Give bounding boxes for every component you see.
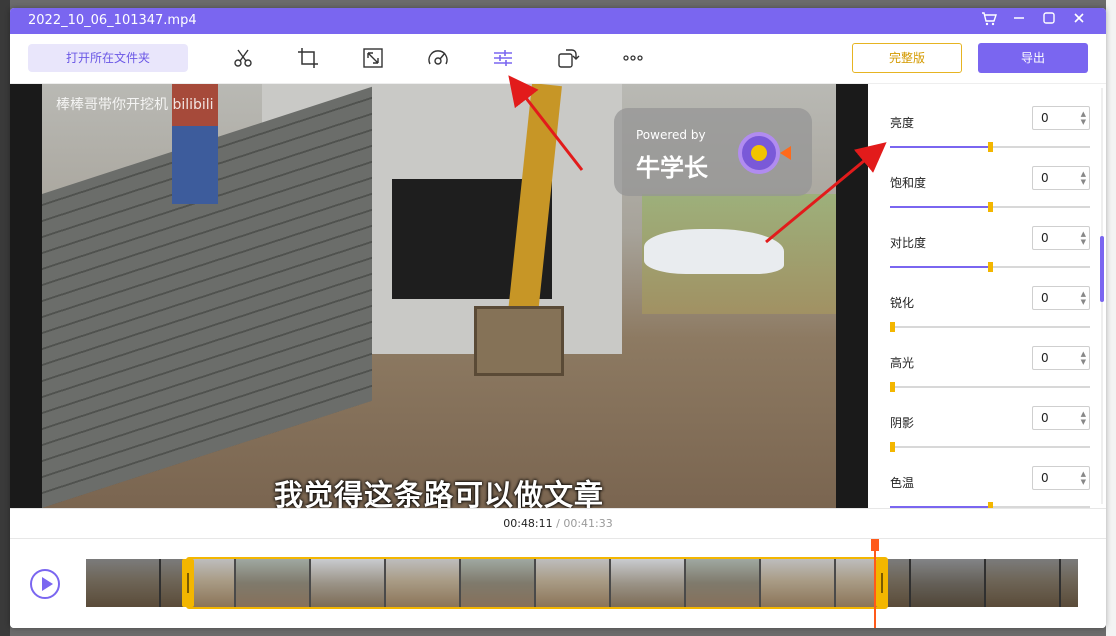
slider-knob[interactable] — [988, 202, 993, 212]
trim-handle-left[interactable] — [182, 559, 194, 607]
slider-knob[interactable] — [890, 382, 895, 392]
powered-by-text: Powered by — [636, 128, 706, 142]
slider-fill — [890, 266, 990, 268]
adjustment-row: 高光 0 ▲ ▼ — [890, 346, 1090, 406]
adjustment-slider[interactable] — [890, 202, 1090, 212]
white-tarp — [644, 229, 784, 274]
adjustment-value-input[interactable]: 0 ▲ ▼ — [1032, 286, 1090, 310]
editor-window: 2022_10_06_101347.mp4 打开所在文件夹 完整版 导出 棒棒哥… — [10, 8, 1106, 628]
speed-icon[interactable] — [426, 46, 450, 70]
adjustment-slider[interactable] — [890, 142, 1090, 152]
adjustment-row: 饱和度 0 ▲ ▼ — [890, 166, 1090, 226]
adjustment-row: 亮度 0 ▲ ▼ — [890, 106, 1090, 166]
slider-knob[interactable] — [890, 322, 895, 332]
adjustment-slider[interactable] — [890, 442, 1090, 452]
adjust-icon[interactable] — [491, 46, 515, 70]
adjustment-label: 亮度 — [890, 116, 915, 130]
adjustment-label: 阴影 — [890, 416, 915, 430]
adjustment-value-input[interactable]: 0 ▲ ▼ — [1032, 226, 1090, 250]
adjustment-label: 饱和度 — [890, 176, 927, 190]
brand-logo-icon — [738, 132, 780, 174]
slider-knob[interactable] — [988, 142, 993, 152]
adjustment-label: 锐化 — [890, 296, 915, 310]
desktop-background-left — [0, 0, 10, 636]
adjustment-label: 对比度 — [890, 236, 927, 250]
timeline-unselected-right — [888, 559, 1078, 607]
stepper-arrows-icon[interactable]: ▲ ▼ — [1081, 410, 1086, 426]
adjustment-label: 高光 — [890, 356, 915, 370]
maximize-icon[interactable] — [1038, 11, 1060, 31]
adjustment-value-input[interactable]: 0 ▲ ▼ — [1032, 166, 1090, 190]
stepper-arrows-icon[interactable]: ▲ ▼ — [1081, 110, 1086, 126]
adjustment-value-input[interactable]: 0 ▲ ▼ — [1032, 346, 1090, 370]
powered-by-watermark: Powered by 牛学长 — [614, 108, 812, 196]
resize-icon[interactable] — [361, 46, 385, 70]
playback-time: 00:48:11 / 00:41:33 — [10, 508, 1106, 538]
adjustment-value-input[interactable]: 0 ▲ ▼ — [1032, 466, 1090, 490]
time-separator: / — [552, 517, 564, 530]
stepper-arrows-icon[interactable]: ▲ ▼ — [1081, 350, 1086, 366]
slider-fill — [890, 206, 990, 208]
adjustment-value: 0 — [1041, 351, 1049, 365]
video-subtitle: 我觉得这条路可以做文章 — [273, 478, 604, 508]
brand-name: 牛学长 — [636, 154, 708, 182]
playhead[interactable] — [871, 539, 879, 628]
trim-handle-right[interactable] — [876, 559, 888, 607]
adjustment-panel: 亮度 0 ▲ ▼ 饱和度 0 ▲ ▼ 对比度 0 ▲ ▼ 锐化 0 ▲ ▼ 高光 0 ▲ ▼ 阴影 0 ▲ ▼ 色温 0 ▲ ▼ — [868, 84, 1106, 508]
adjustment-label: 色温 — [890, 476, 915, 490]
stepper-arrows-icon[interactable]: ▲ ▼ — [1081, 170, 1086, 186]
slider-fill — [890, 146, 990, 148]
window-title: 2022_10_06_101347.mp4 — [28, 13, 197, 28]
total-time: 00:41:33 — [563, 517, 613, 530]
desktop-background-right — [1106, 0, 1116, 636]
more-icon[interactable] — [621, 46, 645, 70]
toolbar: 打开所在文件夹 完整版 导出 — [10, 34, 1106, 84]
slider-knob[interactable] — [988, 262, 993, 272]
adjustment-value: 0 — [1041, 231, 1049, 245]
adjustment-value: 0 — [1041, 111, 1049, 125]
minimize-icon[interactable] — [1008, 11, 1030, 31]
excavator-bucket — [474, 306, 564, 376]
adjustment-row: 对比度 0 ▲ ▼ — [890, 226, 1090, 286]
stepper-arrows-icon[interactable]: ▲ ▼ — [1081, 470, 1086, 486]
adjustment-slider[interactable] — [890, 262, 1090, 272]
adjustment-row: 阴影 0 ▲ ▼ — [890, 406, 1090, 466]
adjustment-value: 0 — [1041, 411, 1049, 425]
current-time: 00:48:11 — [503, 517, 553, 530]
adjustment-value: 0 — [1041, 291, 1049, 305]
slider-knob[interactable] — [890, 442, 895, 452]
adjustment-value-input[interactable]: 0 ▲ ▼ — [1032, 406, 1090, 430]
adjustment-value: 0 — [1041, 471, 1049, 485]
video-preview[interactable]: 棒棒哥带你开挖机 bilibili 我觉得这条路可以做文章 Powered by… — [10, 84, 868, 508]
stepper-arrows-icon[interactable]: ▲ ▼ — [1081, 230, 1086, 246]
adjustment-slider[interactable] — [890, 382, 1090, 392]
timeline — [10, 538, 1106, 628]
adjustment-row: 锐化 0 ▲ ▼ — [890, 286, 1090, 346]
adjustment-slider[interactable] — [890, 322, 1090, 332]
open-folder-button[interactable]: 打开所在文件夹 — [28, 44, 188, 72]
timeline-unselected-left — [86, 559, 186, 607]
adjustment-value-input[interactable]: 0 ▲ ▼ — [1032, 106, 1090, 130]
crop-icon[interactable] — [296, 46, 320, 70]
video-watermark: 棒棒哥带你开挖机 bilibili — [56, 97, 214, 113]
rotate-icon[interactable] — [556, 46, 580, 70]
cart-icon[interactable] — [978, 11, 1000, 31]
logo-pointer-icon — [780, 146, 791, 160]
title-bar: 2022_10_06_101347.mp4 — [10, 8, 1106, 34]
full-version-button[interactable]: 完整版 — [852, 43, 962, 73]
adjustment-value: 0 — [1041, 171, 1049, 185]
close-icon[interactable] — [1068, 11, 1090, 31]
timeline-selection[interactable] — [186, 557, 888, 609]
export-button[interactable]: 导出 — [978, 43, 1088, 73]
panel-scrollbar-thumb[interactable] — [1100, 236, 1104, 302]
adjustment-row: 色温 0 ▲ ▼ — [890, 466, 1090, 508]
stepper-arrows-icon[interactable]: ▲ ▼ — [1081, 290, 1086, 306]
scissors-icon[interactable] — [231, 46, 255, 70]
play-button[interactable] — [30, 569, 60, 599]
